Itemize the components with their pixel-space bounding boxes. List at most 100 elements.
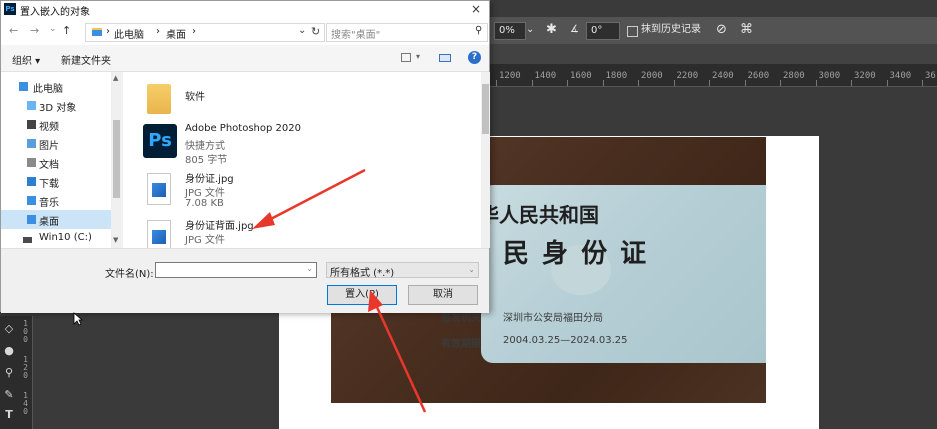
ruler-tick-label: 3000 bbox=[818, 71, 841, 81]
file-item-shortcut[interactable]: Ps Adobe Photoshop 2020 快捷方式 805 字节 bbox=[123, 123, 463, 167]
file-size: 805 字节 bbox=[185, 155, 228, 166]
image-file-icon bbox=[147, 220, 171, 248]
eraser-tool-icon[interactable]: ◇ bbox=[2, 322, 16, 336]
angle-icon: ∡ bbox=[570, 24, 579, 35]
place-embedded-dialog: Ps 置入嵌入的对象 × ← → ⌄ ↑ › 此电脑 › 桌面 › ⌄ ↻ 搜索… bbox=[0, 0, 490, 313]
nav-item-label: 图片 bbox=[39, 141, 59, 152]
file-list: 软件 Ps Adobe Photoshop 2020 快捷方式 805 字节 身… bbox=[123, 72, 481, 248]
validity-value: 2004.03.25—2024.03.25 bbox=[503, 335, 628, 346]
ruler-tick-label: 1200 bbox=[499, 71, 521, 81]
nav-scrollbar[interactable]: ▲ ▼ bbox=[111, 72, 122, 248]
search-placeholder: 搜索"桌面" bbox=[331, 30, 381, 41]
file-list-scrollbar[interactable] bbox=[481, 72, 490, 248]
file-item-folder[interactable]: 软件 bbox=[123, 76, 463, 120]
ruler-tick-mark bbox=[851, 80, 852, 86]
ruler-tick-label: 2000 bbox=[641, 71, 663, 81]
type-tool-icon[interactable]: T bbox=[2, 408, 16, 422]
nav-item-3d-objects[interactable]: 3D 对象 bbox=[1, 96, 112, 115]
dialog-toolbar: 组织 ▾ 新建文件夹 ▾ ? bbox=[1, 45, 489, 72]
preview-pane-icon[interactable] bbox=[439, 54, 451, 62]
ruler-tick-label: 2800 bbox=[783, 71, 805, 81]
nav-item-downloads[interactable]: 下载 bbox=[1, 172, 112, 191]
nav-item-music[interactable]: 音乐 bbox=[1, 191, 112, 210]
file-item-image[interactable]: 身份证.jpg JPG 文件 7.08 KB bbox=[123, 170, 463, 214]
symmetry-icon[interactable]: ⌘ bbox=[740, 22, 753, 38]
ruler-tick-mark bbox=[638, 80, 639, 86]
nav-item-videos[interactable]: 视频 bbox=[1, 115, 112, 134]
chevron-down-icon[interactable]: ▾ bbox=[416, 52, 420, 61]
scrollbar-thumb[interactable] bbox=[113, 120, 120, 198]
dropdown-icon[interactable]: ⌄ bbox=[526, 22, 534, 38]
image-file-icon bbox=[147, 173, 171, 205]
ruler-tick-mark bbox=[602, 80, 604, 86]
ruler-tick-mark bbox=[531, 80, 533, 86]
ruler-tick-label: 2600 bbox=[747, 71, 770, 81]
file-name: 软件 bbox=[185, 92, 205, 103]
ruler-tick-mark bbox=[744, 80, 746, 86]
vruler-tick: 1 2 0 bbox=[23, 355, 28, 380]
validity-label: 有效期限 bbox=[441, 339, 481, 350]
filename-input[interactable]: ⌄ bbox=[155, 262, 317, 278]
ruler-tick-mark bbox=[780, 80, 781, 86]
breadcrumb-desktop[interactable]: 桌面 bbox=[166, 26, 186, 41]
organize-button[interactable]: 组织 ▾ bbox=[12, 52, 40, 67]
music-icon bbox=[27, 196, 36, 205]
ruler-tick-mark bbox=[886, 80, 888, 86]
scroll-down-icon[interactable]: ▼ bbox=[113, 236, 118, 244]
chevron-down-icon[interactable]: ⌄ bbox=[298, 25, 306, 36]
angle-field[interactable]: 0° bbox=[586, 22, 620, 40]
ruler-tick-label: 3200 bbox=[854, 71, 876, 81]
file-item-image[interactable]: 身份证背面.jpg JPG 文件 bbox=[123, 217, 463, 248]
scroll-up-icon[interactable]: ▲ bbox=[113, 74, 118, 82]
filetype-select[interactable]: 所有格式 (*.*) ⌄ bbox=[326, 262, 479, 279]
nav-item-label: 音乐 bbox=[39, 198, 59, 209]
vertical-ruler: 1 0 0 1 2 0 1 4 0 bbox=[19, 316, 33, 429]
recent-locations-icon[interactable]: ⌄ bbox=[49, 24, 57, 34]
ruler-tick-label: 36 bbox=[925, 71, 936, 81]
opacity-field[interactable]: 0% bbox=[494, 22, 526, 40]
history-label: 抹到历史记录 bbox=[641, 24, 701, 35]
breadcrumb-this-pc[interactable]: 此电脑 bbox=[114, 26, 144, 41]
mouse-cursor-icon bbox=[73, 312, 83, 326]
dodge-tool-icon[interactable]: ⚲ bbox=[2, 366, 16, 380]
file-name: 身份证.jpg bbox=[185, 174, 234, 185]
pressure-icon[interactable]: ⊘ bbox=[716, 22, 727, 38]
address-bar[interactable]: › 此电脑 › 桌面 › ⌄ ↻ bbox=[85, 23, 325, 42]
nav-item-label: 3D 对象 bbox=[39, 103, 77, 114]
nav-item-drive-c[interactable]: Win10 (C:) bbox=[1, 229, 112, 248]
up-arrow-icon[interactable]: ↑ bbox=[62, 24, 71, 37]
search-input[interactable]: 搜索"桌面" ⚲ bbox=[326, 23, 488, 42]
cancel-button[interactable]: 取消 bbox=[408, 285, 478, 305]
place-button[interactable]: 置入(P) bbox=[327, 285, 397, 305]
vruler-tick: 1 0 0 bbox=[23, 319, 28, 344]
chevron-down-icon[interactable]: ⌄ bbox=[306, 264, 313, 273]
pen-tool-icon[interactable]: ✎ bbox=[2, 388, 16, 402]
file-type: JPG 文件 bbox=[185, 188, 225, 199]
breadcrumb-separator: › bbox=[106, 26, 110, 37]
nav-item-desktop[interactable]: 桌面 bbox=[1, 210, 112, 229]
blur-tool-icon[interactable]: ● bbox=[2, 344, 16, 358]
computer-icon bbox=[19, 82, 28, 91]
close-icon[interactable]: × bbox=[471, 2, 481, 16]
new-folder-button[interactable]: 新建文件夹 bbox=[61, 52, 111, 67]
search-icon[interactable]: ⚲ bbox=[475, 25, 482, 36]
forward-arrow-icon[interactable]: → bbox=[30, 24, 39, 37]
refresh-icon[interactable]: ↻ bbox=[311, 25, 320, 38]
file-size: 7.08 KB bbox=[185, 198, 224, 209]
gear-icon[interactable]: ✱ bbox=[546, 22, 557, 38]
nav-item-this-pc[interactable]: 此电脑 bbox=[1, 77, 112, 96]
nav-item-documents[interactable]: 文档 bbox=[1, 153, 112, 172]
filetype-value: 所有格式 (*.*) bbox=[330, 268, 395, 279]
chevron-down-icon[interactable]: ⌄ bbox=[468, 265, 475, 274]
horizontal-ruler: 1200 1400 1600 1800 2000 2200 2400 2600 2800 3000… bbox=[490, 64, 937, 87]
view-options-icon[interactable] bbox=[401, 53, 411, 62]
nav-item-pictures[interactable]: 图片 bbox=[1, 134, 112, 153]
help-icon[interactable]: ? bbox=[468, 51, 481, 64]
history-checkbox[interactable] bbox=[627, 26, 638, 37]
ruler-tick-label: 2400 bbox=[712, 71, 734, 81]
scrollbar-thumb[interactable] bbox=[482, 84, 489, 134]
file-type: JPG 文件 bbox=[185, 235, 225, 246]
video-icon bbox=[27, 120, 36, 129]
breadcrumb-separator[interactable]: › bbox=[192, 26, 196, 37]
back-arrow-icon[interactable]: ← bbox=[9, 24, 18, 37]
